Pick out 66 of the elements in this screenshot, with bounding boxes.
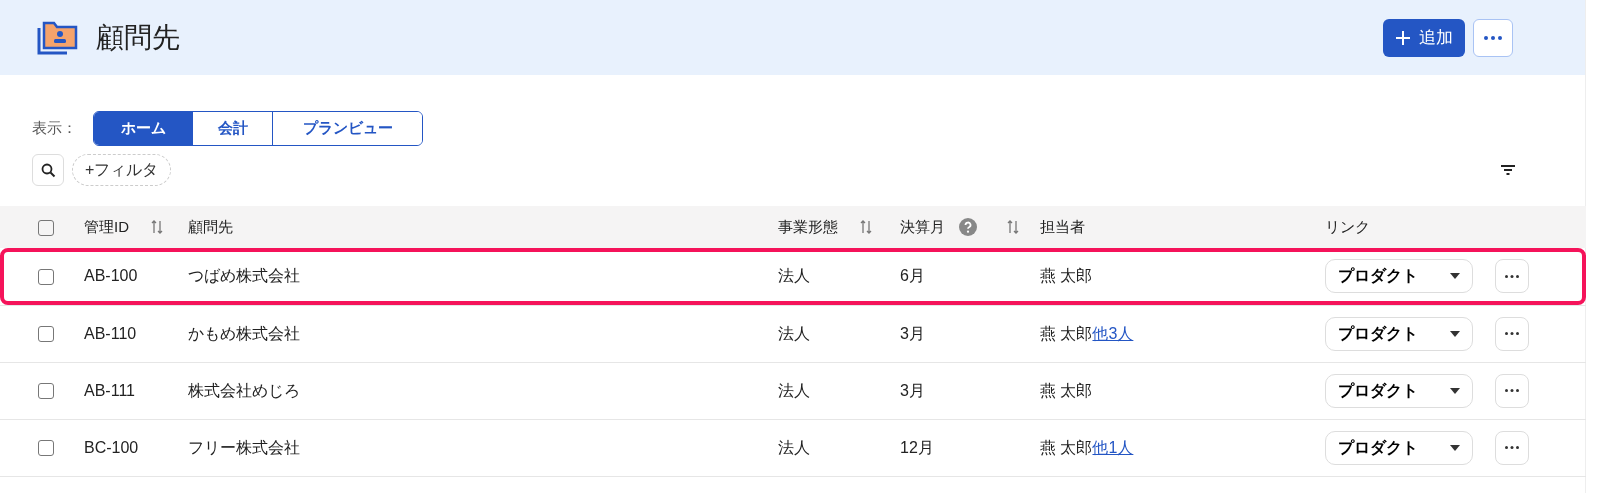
filter-button[interactable]: +フィルタ	[72, 154, 172, 186]
staff-name: 燕 太郎	[1040, 381, 1093, 399]
others-link[interactable]: 他3人	[1092, 324, 1134, 342]
table-cell: 法人	[778, 438, 810, 456]
product-dropdown[interactable]: プロダクト	[1325, 373, 1473, 408]
row-menu-button[interactable]	[1495, 430, 1529, 465]
row-checkbox[interactable]	[38, 383, 54, 400]
folder-person-icon	[36, 19, 80, 56]
table-cell: フリー株式会社	[188, 438, 300, 456]
table-cell: 法人	[778, 324, 810, 342]
others-link[interactable]: 他1人	[1092, 438, 1134, 456]
page-title: 顧問先	[96, 20, 180, 55]
row-menu-button[interactable]	[1495, 316, 1529, 351]
more-icon	[1505, 332, 1519, 335]
product-dropdown[interactable]: プロダクト	[1325, 430, 1473, 465]
table-cell: 株式会社めじろ	[188, 381, 300, 399]
plus-icon	[1395, 29, 1411, 46]
column-header: 担当者	[1040, 216, 1085, 237]
add-button[interactable]: 追加	[1383, 18, 1465, 57]
table-cell: 12月	[900, 438, 934, 456]
table-cell: AB-110	[84, 324, 137, 342]
table-cell: 法人	[778, 381, 810, 399]
sort-icon[interactable]	[1007, 219, 1019, 235]
more-icon	[1484, 35, 1502, 40]
column-header: 顧問先	[188, 216, 233, 237]
select-all-checkbox[interactable]	[38, 219, 54, 236]
table-cell: 3月	[900, 381, 925, 399]
table-cell: BC-100	[84, 438, 139, 456]
row-checkbox[interactable]	[38, 440, 54, 457]
table-cell: 法人	[778, 267, 810, 285]
more-icon	[1505, 446, 1519, 449]
column-header: 事業形態	[778, 216, 838, 237]
caret-icon	[1450, 444, 1460, 451]
caret-icon	[1450, 330, 1460, 337]
view-tab[interactable]: ホーム	[94, 112, 192, 145]
caret-icon	[1450, 273, 1460, 280]
column-header: 決算月	[900, 216, 945, 237]
table-cell: 6月	[900, 267, 925, 285]
table-cell: つばめ株式会社	[188, 267, 300, 285]
product-dropdown[interactable]: プロダクト	[1325, 316, 1473, 351]
search-icon	[40, 162, 56, 178]
help-icon[interactable]	[959, 218, 977, 236]
column-header: 管理ID	[84, 216, 129, 237]
search-button[interactable]	[32, 154, 64, 186]
staff-name: 燕 太郎	[1040, 438, 1093, 456]
sort-icon[interactable]	[151, 219, 163, 235]
view-tab[interactable]: プランビュー	[272, 112, 422, 145]
row-menu-button[interactable]	[1495, 373, 1529, 408]
filter-icon[interactable]	[1501, 165, 1515, 175]
column-header: リンク	[1325, 216, 1370, 237]
staff-name: 燕 太郎	[1040, 324, 1093, 342]
view-label: 表示：	[32, 118, 77, 139]
table-cell: かもめ株式会社	[188, 324, 300, 342]
more-icon	[1505, 389, 1519, 392]
caret-icon	[1450, 387, 1460, 394]
table-cell: 3月	[900, 324, 925, 342]
row-checkbox[interactable]	[38, 269, 54, 285]
more-button[interactable]	[1473, 18, 1513, 57]
table-cell: AB-100	[84, 267, 138, 285]
table-cell: AB-111	[84, 381, 135, 399]
staff-name: 燕 太郎	[1040, 267, 1093, 285]
product-dropdown[interactable]: プロダクト	[1325, 259, 1473, 294]
row-checkbox[interactable]	[38, 326, 54, 343]
sort-icon[interactable]	[860, 219, 872, 235]
row-menu-button[interactable]	[1495, 259, 1529, 294]
more-icon	[1505, 274, 1519, 278]
